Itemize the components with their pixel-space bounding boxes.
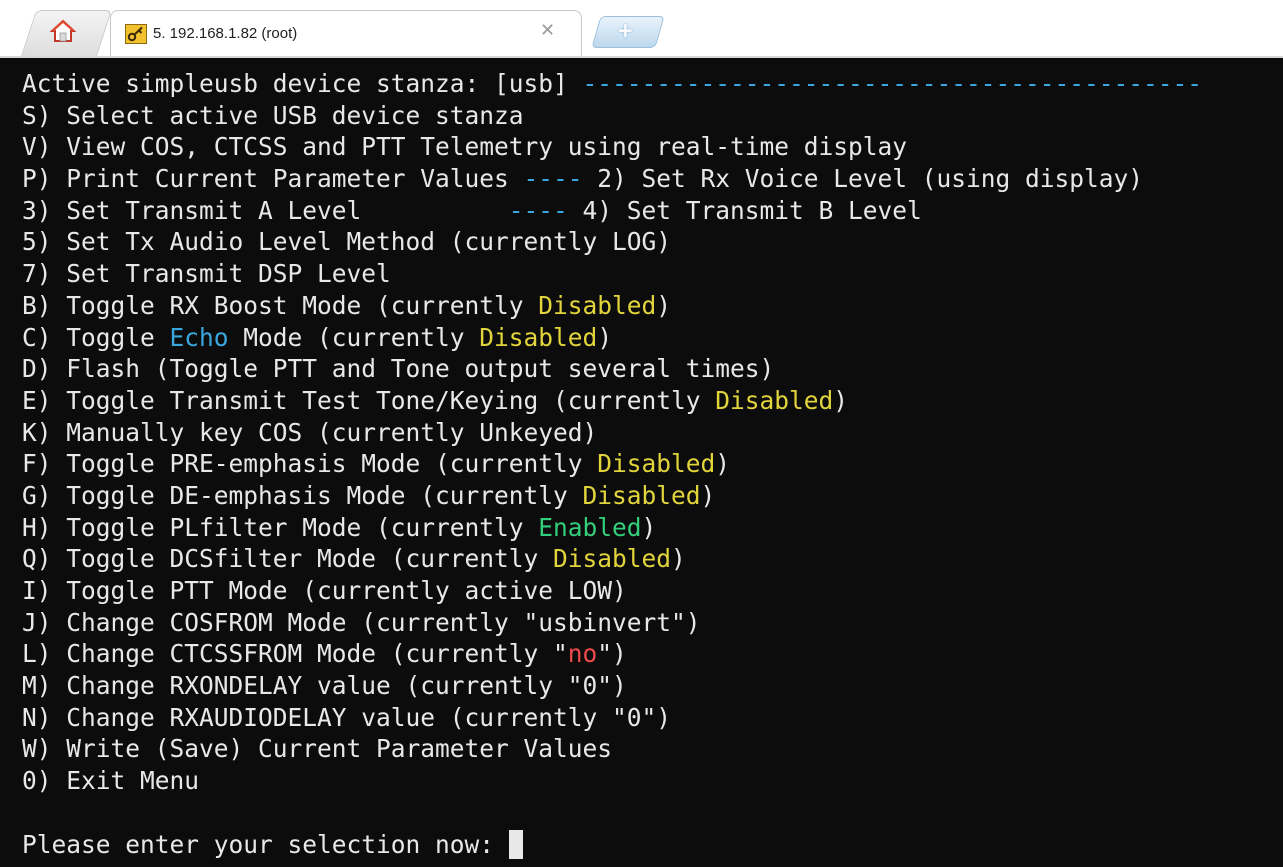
terminal-text: no bbox=[567, 639, 598, 669]
close-tab-icon[interactable]: ✕ bbox=[540, 21, 555, 41]
terminal-text: Active simpleusb device stanza: [usb] bbox=[22, 69, 583, 98]
terminal-line: 7) Set Transmit DSP Level bbox=[22, 258, 1202, 290]
terminal-line: 5) Set Tx Audio Level Method (currently … bbox=[22, 226, 1202, 258]
terminal-text: 5) Set Tx Audio Level Method (currently … bbox=[22, 227, 672, 257]
terminal-text: ----------------------------------------… bbox=[582, 69, 1203, 98]
terminal-text: H) Toggle PLfilter Mode (currently bbox=[22, 512, 539, 542]
terminal-text: Disabled bbox=[582, 480, 701, 510]
terminal-text: V) View COS, CTCSS and PTT Telemetry usi… bbox=[22, 132, 908, 162]
terminal-line: S) Select active USB device stanza bbox=[22, 100, 1202, 132]
terminal-text: J) Change COSFROM Mode (currently "usbin… bbox=[22, 607, 701, 637]
terminal-line: N) Change RXAUDIODELAY value (currently … bbox=[22, 702, 1202, 734]
terminal-line: F) Toggle PRE-emphasis Mode (currently D… bbox=[22, 448, 1202, 480]
terminal-text: C) Toggle bbox=[22, 322, 170, 352]
terminal-text: ) bbox=[715, 449, 731, 479]
terminal-text: 3) Set Transmit A Level bbox=[22, 195, 509, 225]
terminal-text: W) Write (Save) Current Parameter Values bbox=[22, 734, 613, 764]
terminal-text: Mode (currently bbox=[228, 322, 480, 352]
terminal-text: ---- bbox=[508, 195, 568, 225]
terminal-text: Please enter your selection now: bbox=[22, 829, 509, 859]
terminal-text: L) Change CTCSSFROM Mode (currently " bbox=[22, 639, 568, 669]
terminal-text: G) Toggle DE-emphasis Mode (currently bbox=[22, 480, 583, 510]
plus-icon[interactable]: + bbox=[617, 19, 634, 41]
terminal-text: ") bbox=[597, 639, 627, 669]
terminal-text: K) Manually key COS (currently Unkeyed) bbox=[22, 417, 598, 447]
terminal-line: Q) Toggle DCSfilter Mode (currently Disa… bbox=[22, 543, 1202, 575]
terminal-text: ) bbox=[597, 322, 613, 352]
terminal-text: ) bbox=[656, 290, 672, 320]
terminal-text: S) Select active USB device stanza bbox=[22, 100, 524, 130]
terminal-text: ) bbox=[671, 544, 686, 574]
terminal-text: ---- bbox=[523, 164, 583, 194]
terminal-line: M) Change RXONDELAY value (currently "0"… bbox=[22, 670, 1202, 702]
terminal-line: D) Flash (Toggle PTT and Tone output sev… bbox=[22, 353, 1202, 385]
terminal-text: Q) Toggle DCSfilter Mode (currently bbox=[22, 544, 554, 574]
terminal-text: 2) Set Rx Voice Level (using display) bbox=[582, 164, 1144, 194]
terminal-text: Disabled bbox=[538, 290, 657, 320]
terminal-line: B) Toggle RX Boost Mode (currently Disab… bbox=[22, 290, 1202, 322]
terminal-text: M) Change RXONDELAY value (currently "0"… bbox=[22, 671, 627, 701]
terminal-line: Active simpleusb device stanza: [usb] --… bbox=[22, 68, 1202, 100]
terminal-text: B) Toggle RX Boost Mode (currently bbox=[22, 290, 539, 320]
terminal-line: 3) Set Transmit A Level ---- 4) Set Tran… bbox=[22, 195, 1202, 227]
terminal-text: I) Toggle PTT Mode (currently active LOW… bbox=[22, 576, 627, 605]
session-tab-title: 5. 192.168.1.82 (root) bbox=[153, 25, 298, 42]
terminal-line: K) Manually key COS (currently Unkeyed) bbox=[22, 417, 1202, 449]
terminal-text: Enabled bbox=[538, 512, 642, 542]
terminal-text: ) bbox=[833, 385, 849, 415]
terminal-window[interactable]: Active simpleusb device stanza: [usb] --… bbox=[0, 58, 1283, 867]
terminal-text: Disabled bbox=[553, 544, 672, 574]
terminal-output: Active simpleusb device stanza: [usb] --… bbox=[22, 68, 1202, 860]
terminal-line: L) Change CTCSSFROM Mode (currently "no"… bbox=[22, 638, 1202, 670]
terminal-text: D) Flash (Toggle PTT and Tone output sev… bbox=[22, 354, 775, 384]
terminal-text: Echo bbox=[169, 322, 229, 352]
tab-bar: 5. 192.168.1.82 (root) ✕ + bbox=[0, 0, 1283, 59]
terminal-line: J) Change COSFROM Mode (currently "usbin… bbox=[22, 607, 1202, 639]
terminal-text: 7) Set Transmit DSP Level bbox=[22, 259, 391, 289]
key-icon bbox=[125, 24, 147, 44]
home-icon[interactable] bbox=[50, 18, 76, 44]
terminal-text: ) bbox=[641, 512, 657, 542]
terminal-line: V) View COS, CTCSS and PTT Telemetry usi… bbox=[22, 131, 1202, 163]
terminal-text: Disabled bbox=[597, 449, 716, 479]
terminal-line: W) Write (Save) Current Parameter Values bbox=[22, 733, 1202, 765]
terminal-line: G) Toggle DE-emphasis Mode (currently Di… bbox=[22, 480, 1202, 512]
terminal-text: F) Toggle PRE-emphasis Mode (currently bbox=[22, 449, 598, 479]
terminal-text: P) Print Current Parameter Values bbox=[22, 164, 524, 194]
terminal-line: I) Toggle PTT Mode (currently active LOW… bbox=[22, 575, 1202, 607]
text-cursor[interactable] bbox=[508, 829, 523, 859]
terminal-line: 0) Exit Menu bbox=[22, 765, 1202, 797]
terminal-text: E) Toggle Transmit Test Tone/Keying (cur… bbox=[22, 385, 716, 415]
terminal-line: C) Toggle Echo Mode (currently Disabled) bbox=[22, 322, 1202, 354]
terminal-line: P) Print Current Parameter Values ---- 2… bbox=[22, 163, 1202, 195]
terminal-text: 4) Set Transmit B Level bbox=[567, 195, 922, 225]
terminal-text: N) Change RXAUDIODELAY value (currently … bbox=[22, 702, 672, 732]
terminal-text: ) bbox=[700, 480, 716, 510]
terminal-line: H) Toggle PLfilter Mode (currently Enabl… bbox=[22, 512, 1202, 544]
terminal-text: Disabled bbox=[479, 322, 598, 352]
terminal-text: 0) Exit Menu bbox=[22, 766, 200, 796]
terminal-text: Disabled bbox=[715, 385, 834, 415]
terminal-line: E) Toggle Transmit Test Tone/Keying (cur… bbox=[22, 385, 1202, 417]
prompt-line: Please enter your selection now: bbox=[22, 829, 1202, 861]
